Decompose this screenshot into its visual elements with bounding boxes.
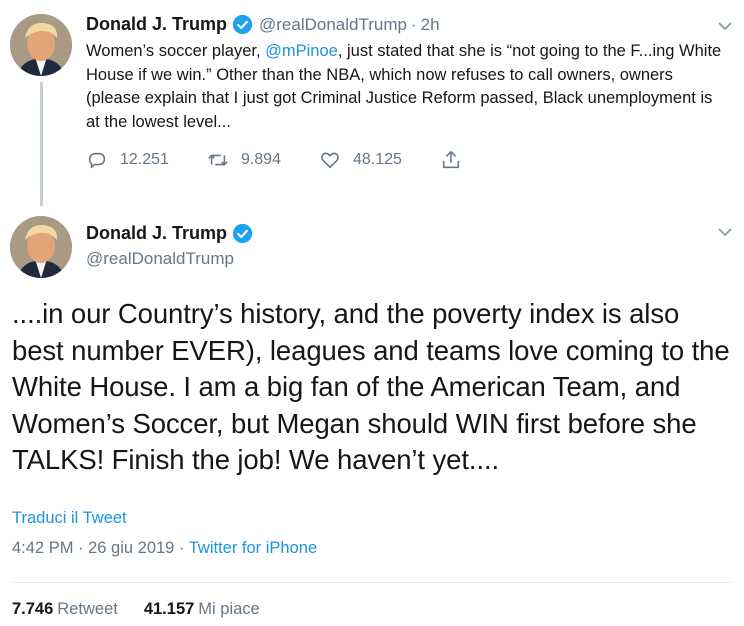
avatar[interactable] (10, 14, 72, 76)
source-link[interactable]: Twitter for iPhone (189, 539, 317, 557)
mention-link[interactable]: @mPinoe (265, 42, 338, 60)
like-label: Mi piace (198, 600, 260, 618)
like-total: 41.157 (143, 600, 195, 618)
tweet-text-part: Women’s soccer player, (86, 42, 266, 60)
retweet-button[interactable]: 9.894 (207, 149, 281, 171)
tweet-timestamp[interactable]: 4:42 PM · 26 giu 2019 · (12, 539, 189, 557)
share-icon (442, 150, 460, 169)
chevron-down-icon[interactable] (717, 226, 733, 238)
separator: · (410, 14, 417, 34)
tweet-meta: 4:42 PM · 26 giu 2019 · Twitter for iPho… (12, 539, 317, 558)
tweet1-actions: 12.251 9.894 48.125 (86, 148, 500, 172)
tweet-time[interactable]: 2h (421, 15, 440, 35)
author-name[interactable]: Donald J. Trump (86, 14, 227, 35)
tweet-stats: 7.746 Retweet 41.157 Mi piace (12, 600, 286, 619)
verified-badge-icon (232, 14, 253, 35)
tweet1-text: Women’s soccer player, @mPinoe, just sta… (86, 40, 726, 134)
like-count: 48.125 (352, 151, 402, 168)
translate-tweet-link[interactable]: Traduci il Tweet (12, 509, 127, 528)
divider (12, 582, 732, 583)
reply-icon (88, 152, 106, 169)
share-button[interactable] (440, 149, 462, 171)
like-stat[interactable]: 41.157 Mi piace (144, 600, 260, 619)
reply-button[interactable]: 12.251 (86, 149, 169, 171)
tweet2-header: Donald J. Trump (86, 223, 253, 244)
author-handle[interactable]: @realDonaldTrump (259, 15, 407, 35)
reply-count: 12.251 (120, 151, 169, 168)
retweet-stat[interactable]: 7.746 Retweet (12, 600, 118, 619)
chevron-down-icon[interactable] (717, 20, 733, 32)
verified-badge-icon (232, 223, 253, 244)
retweet-total: 7.746 (12, 600, 54, 618)
thread-connector-line (40, 82, 43, 206)
retweet-label: Retweet (57, 600, 118, 618)
tweet2-text: ....in our Country’s history, and the po… (12, 298, 730, 475)
author-name[interactable]: Donald J. Trump (86, 223, 227, 244)
retweet-count: 9.894 (240, 151, 281, 168)
author-handle[interactable]: @realDonaldTrump (86, 249, 234, 269)
heart-icon (321, 152, 339, 169)
retweet-icon (208, 154, 228, 166)
like-button[interactable]: 48.125 (319, 149, 402, 171)
tweet1-header: Donald J. Trump @realDonaldTrump · 2h (86, 14, 440, 35)
avatar[interactable] (10, 216, 72, 278)
